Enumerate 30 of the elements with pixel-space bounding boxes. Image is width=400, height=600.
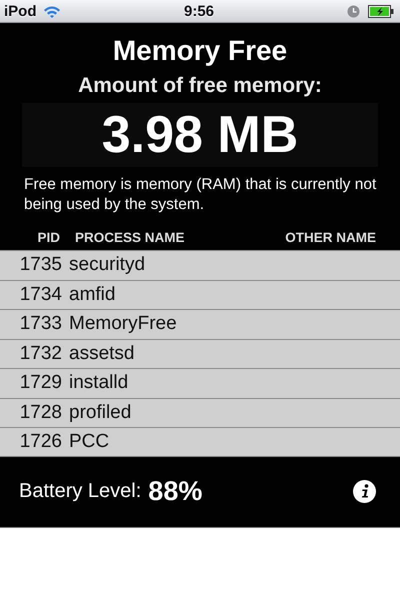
table-cell: amfid (69, 284, 116, 306)
table-cell: installd (69, 372, 128, 394)
table-cell: profiled (69, 402, 132, 424)
table-cell-text: 1735 (18, 254, 62, 276)
free-memory-value: 3.98 MB (22, 103, 378, 167)
table-cell: PCC (69, 430, 110, 453)
description: Free memory is memory (RAM) that is currently not being used by the system. (23, 175, 378, 215)
table-cell-text: 1729 (18, 372, 62, 394)
battery-charging-icon (368, 4, 394, 18)
carrier-name: iPod (4, 2, 36, 20)
table-cell: assetsd (69, 342, 134, 365)
info-icon (360, 484, 370, 499)
table-cell-text: 1732 (18, 342, 62, 365)
wifi-icon (42, 4, 60, 18)
subtitle: Amount of free memory: (78, 73, 322, 99)
table-cell: securityd (69, 254, 146, 276)
column-header: PROCESS NAME (75, 230, 186, 244)
table-cell: MemoryFree (69, 313, 177, 336)
info-button[interactable] (353, 480, 376, 503)
table-cell-text: 1734 (18, 284, 62, 306)
column-header: OTHER NAME (285, 230, 376, 244)
clock-icon (347, 4, 360, 18)
table-cell-text: 1733 (18, 313, 62, 336)
battery-value: 88% (148, 476, 204, 507)
status-time: 9:56 (184, 2, 214, 20)
battery-label: Battery Level: (19, 480, 142, 503)
table-cell-text: 1726 (18, 430, 62, 453)
column-header: PID (36, 230, 60, 244)
table-cell-text: 1728 (18, 402, 62, 424)
app-title: Memory Free (112, 35, 288, 67)
